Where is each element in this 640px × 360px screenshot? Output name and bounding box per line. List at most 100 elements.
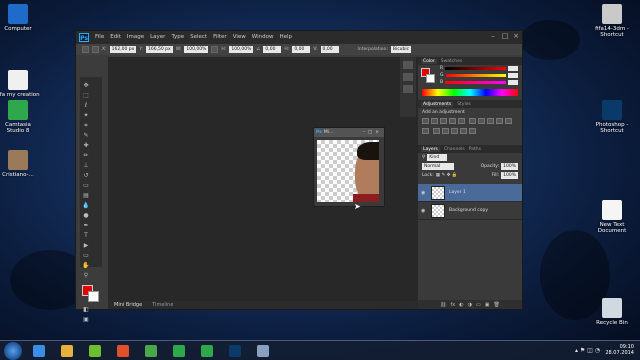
h2-field[interactable]: 0,00	[292, 46, 311, 53]
tray-icons[interactable]: ▴ ⚑ ◫ ◔	[575, 347, 600, 354]
gradient-map-icon[interactable]	[468, 128, 476, 134]
eraser-icon[interactable]: ▭	[82, 182, 90, 190]
desktop-shortcut[interactable]: fifa14-3dm - Shortcut	[590, 4, 634, 38]
color-bg-swatch[interactable]	[426, 74, 435, 83]
eyedropper-icon[interactable]: ✎	[82, 132, 90, 140]
document-window[interactable]: Ps Mi... –□× ➤	[313, 127, 385, 211]
background-color-swatch[interactable]	[88, 291, 99, 302]
w-field[interactable]: 100,00%	[184, 46, 209, 53]
black-white-icon[interactable]	[486, 118, 494, 124]
tab-adjustments[interactable]: Adjustments	[421, 101, 454, 107]
layer-row[interactable]: ◉ Layer 1	[418, 184, 522, 202]
tab-mini-bridge[interactable]: Mini Bridge	[114, 302, 142, 308]
color-balance-icon[interactable]	[477, 118, 485, 124]
kind-filter-select[interactable]: Kind	[427, 154, 448, 161]
lasso-tool-icon[interactable]: ℓ	[82, 102, 90, 110]
color-lookup-icon[interactable]	[422, 128, 429, 134]
camtasia-icon[interactable]	[168, 343, 190, 359]
hand-tool-icon[interactable]: ✋	[82, 262, 90, 270]
clock[interactable]: 09:10 28.07.2014	[605, 344, 634, 356]
h-field[interactable]: 100,00%	[229, 46, 254, 53]
new-layer-icon[interactable]: ▣	[485, 302, 490, 308]
menu-window[interactable]: Window	[252, 34, 274, 40]
healing-brush-icon[interactable]: ✚	[82, 142, 90, 150]
magic-wand-icon[interactable]: ✦	[82, 112, 90, 120]
desktop-shortcut[interactable]: Camtasia Studio 8	[0, 100, 40, 134]
canvas-area[interactable]: Ps Mi... –□× ➤	[108, 57, 418, 301]
mask-icon[interactable]: ◐	[459, 302, 463, 308]
desktop-shortcut[interactable]: New Text Document	[590, 200, 634, 234]
eye-icon[interactable]: ◉	[421, 190, 427, 196]
vibrance-icon[interactable]	[458, 118, 465, 124]
link-icon[interactable]	[211, 46, 219, 53]
tab-paths[interactable]: Paths	[469, 147, 481, 152]
media-icon[interactable]	[112, 343, 134, 359]
color-spectrum-ramp[interactable]	[422, 89, 518, 96]
camtasia-recorder-icon[interactable]	[196, 343, 218, 359]
history-brush-icon[interactable]: ↺	[82, 172, 90, 180]
path-select-icon[interactable]: ▶	[82, 242, 90, 250]
y-field[interactable]: 166,50 px	[145, 46, 173, 53]
channel-mixer-icon[interactable]	[504, 118, 512, 124]
tab-layers[interactable]: Layers	[421, 146, 440, 152]
shape-tool-icon[interactable]: ▭	[82, 252, 90, 260]
r-value-field[interactable]	[508, 66, 518, 71]
menu-file[interactable]: File	[95, 34, 104, 40]
desktop-shortcut[interactable]: Computer	[0, 4, 40, 32]
blur-tool-icon[interactable]: 💧	[82, 202, 90, 210]
clone-stamp-icon[interactable]: ⊥	[82, 162, 90, 170]
close-icon[interactable]: ×	[511, 32, 521, 41]
reference-point-icon[interactable]	[92, 46, 99, 53]
x-field[interactable]: 162,00 px	[109, 46, 137, 53]
move-tool-icon[interactable]	[82, 46, 89, 53]
desktop-shortcut[interactable]: Recycle Bin	[590, 298, 634, 326]
interpolation-select[interactable]: Bicubic	[390, 46, 412, 53]
fill-field[interactable]: 100%	[501, 172, 518, 179]
menu-view[interactable]: View	[233, 34, 246, 40]
utorrent-icon[interactable]	[84, 343, 106, 359]
brightness-icon[interactable]	[422, 118, 429, 124]
link-layers-icon[interactable]: ⛓	[440, 302, 446, 308]
b-value-field[interactable]	[508, 80, 518, 85]
tab-color[interactable]: Color	[421, 58, 437, 64]
eye-icon[interactable]: ◉	[421, 208, 427, 214]
desktop-shortcut[interactable]: fifa my creation	[0, 70, 40, 98]
window-icon[interactable]	[252, 343, 274, 359]
desktop-shortcut[interactable]: Photoshop - Shortcut	[590, 100, 634, 134]
lock-icons[interactable]: ▦ ✎ ✥ 🔒	[436, 173, 458, 178]
hue-saturation-icon[interactable]	[468, 118, 476, 124]
exposure-icon[interactable]	[449, 118, 456, 124]
menu-type[interactable]: Type	[171, 34, 184, 40]
document-window-controls[interactable]: –□×	[363, 130, 382, 135]
selective-color-icon[interactable]	[459, 128, 467, 134]
tab-channels[interactable]: Channels	[444, 147, 465, 152]
curves-icon[interactable]	[440, 118, 447, 124]
v-field[interactable]: 0,00	[320, 46, 339, 53]
type-tool-icon[interactable]: T	[82, 232, 90, 240]
crop-tool-icon[interactable]: ⌗	[82, 122, 90, 130]
menu-select[interactable]: Select	[190, 34, 207, 40]
document-canvas[interactable]	[317, 140, 379, 202]
group-icon[interactable]: ▭	[476, 302, 481, 308]
levels-icon[interactable]	[431, 118, 438, 124]
photoshop-logo[interactable]: Ps	[79, 32, 89, 42]
menu-help[interactable]: Help	[279, 34, 292, 40]
menu-filter[interactable]: Filter	[213, 34, 227, 40]
tab-styles[interactable]: Styles	[457, 102, 471, 107]
photoshop-icon[interactable]	[224, 343, 246, 359]
pen-tool-icon[interactable]: ✒	[82, 222, 90, 230]
properties-icon[interactable]	[403, 73, 413, 81]
posterize-icon[interactable]	[441, 128, 449, 134]
start-button[interactable]	[4, 342, 22, 360]
menu-image[interactable]: Image	[127, 34, 144, 40]
red-slider[interactable]: R	[436, 65, 522, 72]
chrome-icon[interactable]	[140, 343, 162, 359]
blue-slider[interactable]: B	[436, 79, 522, 86]
maximize-icon[interactable]: □	[500, 32, 510, 41]
trash-icon[interactable]: 🗑	[493, 302, 499, 308]
zoom-tool-icon[interactable]: ⚲	[82, 272, 90, 280]
brush-tool-icon[interactable]: ✏	[82, 152, 90, 160]
opacity-field[interactable]: 100%	[501, 163, 518, 170]
angle-field[interactable]: 0,00	[263, 46, 282, 53]
minimize-icon[interactable]: –	[488, 32, 498, 41]
